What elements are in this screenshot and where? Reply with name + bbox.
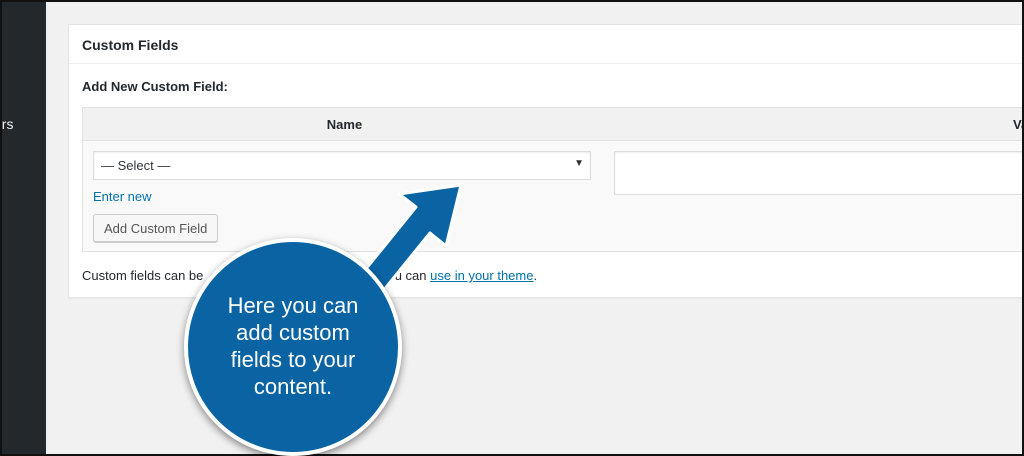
field-value-textarea[interactable]: [614, 151, 1022, 195]
help-text-prefix: Custom fields can be: [82, 268, 204, 283]
custom-field-table: Name Va — Select — ▼ Enter new Add Custo…: [82, 107, 1022, 252]
custom-fields-panel: Custom Fields Add New Custom Field: Name…: [68, 24, 1022, 298]
help-text-suffix: .: [533, 268, 538, 283]
table-header: Name Va: [83, 108, 1022, 141]
sidebar-item[interactable]: ers: [2, 116, 13, 132]
use-in-theme-link[interactable]: use in your theme: [430, 268, 533, 283]
field-name-select[interactable]: — Select — ▼: [93, 151, 591, 180]
value-column-header: Va: [1013, 117, 1022, 132]
callout-bubble: Here you can add custom fields to your c…: [184, 238, 402, 456]
add-custom-field-button[interactable]: Add Custom Field: [93, 214, 219, 242]
select-value: — Select —: [101, 158, 171, 173]
panel-title: Custom Fields: [82, 37, 179, 53]
admin-sidebar: ers u: [2, 2, 46, 454]
enter-new-link[interactable]: Enter new: [93, 189, 152, 204]
callout-text: Here you can add custom fields to your c…: [227, 293, 359, 399]
screenshot-frame: ers u Custom Fields Add New Custom Field…: [0, 0, 1024, 456]
dropdown-arrow-icon: ▼: [574, 158, 584, 169]
sidebar-item[interactable]: u: [2, 230, 3, 244]
name-column-header: Name: [326, 117, 363, 132]
add-new-custom-field-label: Add New Custom Field:: [82, 79, 228, 94]
panel-header: [69, 25, 1022, 64]
